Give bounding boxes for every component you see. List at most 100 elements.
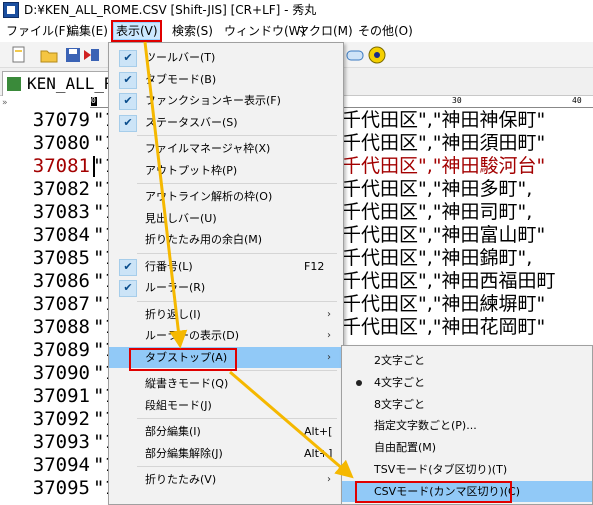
view-menu-item[interactable]: 折りたたみ用の余白(M): [109, 229, 343, 250]
tabstop-menu-item-label: 自由配置(M): [374, 441, 437, 455]
checkmark-icon: ✔: [119, 71, 137, 89]
line-text-visible[interactable]: 千代田区","神田司町",: [342, 201, 532, 224]
line-text-visible[interactable]: 千代田区","神田富山町": [342, 224, 545, 247]
checkmark-icon: ✔: [119, 280, 137, 297]
view-menu-item-label: 見出しバー(U): [145, 211, 217, 225]
view-menu-item-label: ツールバー(T): [145, 51, 216, 64]
ruler-tick-30: 30: [452, 96, 462, 105]
menu-edit[interactable]: 編集(E): [65, 22, 110, 40]
window-title: D:¥KEN_ALL_ROME.CSV [Shift-JIS] [CR+LF] …: [24, 3, 317, 17]
menu-search[interactable]: 検索(S): [170, 22, 215, 40]
title-bar: D:¥KEN_ALL_ROME.CSV [Shift-JIS] [CR+LF] …: [0, 0, 593, 20]
save-as-icon[interactable]: [82, 46, 100, 64]
view-menu-item[interactable]: ✔ タブモード(B): [109, 69, 343, 90]
line-number[interactable]: 37085: [0, 247, 90, 270]
view-menu-item[interactable]: ファイルマネージャ枠(X): [109, 138, 343, 159]
view-menu-item[interactable]: アウトプット枠(P): [109, 160, 343, 181]
menu-separator: [137, 300, 337, 302]
menu-macro[interactable]: マクロ(M): [295, 22, 355, 40]
view-menu-item[interactable]: アウトライン解析の枠(O): [109, 186, 343, 207]
line-number[interactable]: 37081: [0, 155, 90, 178]
submenu-arrow-icon: ›: [327, 351, 331, 363]
line-number[interactable]: 37084: [0, 224, 90, 247]
file-tab-label: KEN_ALL_R: [27, 74, 114, 93]
open-folder-icon[interactable]: [40, 46, 58, 64]
view-menu-item[interactable]: 縦書きモード(Q): [109, 373, 343, 394]
app-icon: [3, 2, 19, 18]
menu-separator: [137, 466, 337, 467]
view-menu-item[interactable]: 見出しバー(U): [109, 208, 343, 229]
line-number[interactable]: 37091: [0, 385, 90, 408]
checkmark-icon: ✔: [119, 114, 137, 132]
csv-file-icon: [7, 77, 21, 91]
line-text-visible[interactable]: 千代田区","神田多町",: [342, 178, 532, 201]
tabstop-menu-item[interactable]: 4文字ごと: [342, 372, 592, 393]
view-menu-item-label: ルーラー(R): [145, 281, 206, 294]
save-icon[interactable]: [64, 46, 82, 64]
tabstop-menu-item[interactable]: 指定文字数ごと(P)...: [342, 415, 592, 436]
view-menu-item-label: ステータスバー(S): [145, 115, 238, 129]
submenu-arrow-icon: ›: [327, 474, 331, 485]
view-menu-item-label: 行番号(L): [145, 259, 193, 273]
menu-separator: [137, 418, 337, 419]
line-text-visible[interactable]: 千代田区","神田錦町",: [342, 247, 532, 270]
menu-other[interactable]: その他(O): [356, 22, 415, 40]
view-menu-dropdown: ✔ ツールバー(T) ✔ タブモード(B) ✔ ファンクションキー表示(F) ✔ ステータスバ…: [108, 42, 344, 505]
view-menu-item-label: 部分編集解除(J): [145, 446, 223, 460]
view-menu-item[interactable]: 部分編集(I) Alt+[: [109, 421, 343, 442]
view-menu-item[interactable]: ✔ ルーラー(R): [109, 277, 343, 298]
tabstop-menu-item[interactable]: 2文字ごと: [342, 350, 592, 371]
view-menu-item[interactable]: ✔ ファンクションキー表示(F): [109, 90, 343, 111]
menu-separator: [137, 183, 337, 184]
view-menu-item-label: 折り返し(I): [145, 307, 201, 321]
line-number[interactable]: 37083: [0, 201, 90, 224]
checkmark-icon: ✔: [119, 258, 137, 276]
line-number[interactable]: 37080: [0, 132, 90, 155]
view-menu-item-label: ファンクションキー表示(F): [145, 94, 281, 107]
view-menu-item[interactable]: ✔ ツールバー(T): [109, 47, 343, 68]
line-text-visible[interactable]: 千代田区","神田西福田町: [342, 270, 556, 293]
menu-separator: [137, 252, 337, 254]
line-text-visible[interactable]: 千代田区","神田須田町": [342, 132, 545, 155]
line-number[interactable]: 37095: [0, 477, 90, 500]
tabstop-menu-item-label: 2文字ごと: [374, 354, 425, 367]
new-file-icon[interactable]: [10, 46, 28, 64]
line-text-visible[interactable]: 千代田区","神田花岡町": [342, 316, 545, 339]
view-menu-item[interactable]: 段組モード(J): [109, 395, 343, 416]
view-menu-item[interactable]: 部分編集解除(J) Alt+]: [109, 443, 343, 464]
toolbar-macro-icon[interactable]: [346, 46, 364, 64]
view-menu-item[interactable]: 折りたたみ(V) ›: [109, 469, 343, 490]
view-menu-item[interactable]: ✔ 行番号(L) F12: [109, 256, 343, 277]
tabstop-menu-item[interactable]: 8文字ごと: [342, 394, 592, 415]
view-menu-item[interactable]: 折り返し(I) ›: [109, 304, 343, 325]
line-number[interactable]: 37086: [0, 270, 90, 293]
tabstop-menu-item-label: 4文字ごと: [374, 375, 425, 389]
toolbar-help-icon[interactable]: [368, 46, 386, 64]
line-number[interactable]: 37089: [0, 339, 90, 362]
view-menu-item[interactable]: ルーラーの表示(D) ›: [109, 325, 343, 346]
view-menu-item-label: ルーラーの表示(D): [145, 329, 240, 342]
view-menu-item[interactable]: ✔ ステータスバー(S): [109, 112, 343, 133]
line-number[interactable]: 37093: [0, 431, 90, 454]
line-text-visible[interactable]: 千代田区","神田神保町": [342, 109, 545, 132]
menu-shortcut: Alt+]: [304, 446, 333, 460]
menu-file[interactable]: ファイル(F): [4, 22, 72, 40]
line-number[interactable]: 37087: [0, 293, 90, 316]
line-text-visible[interactable]: 千代田区","神田駿河台": [342, 155, 545, 178]
menu-separator: [137, 135, 337, 136]
tabstop-menu-item-label: TSVモード(タブ区切り)(T): [374, 463, 508, 476]
ruler-tick-40: 40: [572, 96, 582, 105]
line-number[interactable]: 37092: [0, 408, 90, 431]
menu-shortcut: Alt+[: [304, 425, 333, 438]
line-number[interactable]: 37090: [0, 362, 90, 385]
line-number[interactable]: 37094: [0, 454, 90, 477]
tabstop-menu-item[interactable]: 自由配置(M): [342, 437, 592, 458]
line-number[interactable]: 37079: [0, 109, 90, 132]
line-number[interactable]: 37082: [0, 178, 90, 201]
tabstop-menu-item[interactable]: TSVモード(タブ区切り)(T): [342, 459, 592, 480]
line-number[interactable]: 37088: [0, 316, 90, 339]
menu-shortcut: F12: [304, 259, 325, 273]
menu-view-highlight-box: [111, 20, 162, 42]
line-text-visible[interactable]: 千代田区","神田練塀町": [342, 293, 545, 316]
menu-bar: ファイル(F) 編集(E) 表示(V) 検索(S) ウィンドウ(W) マクロ(M…: [0, 20, 593, 42]
